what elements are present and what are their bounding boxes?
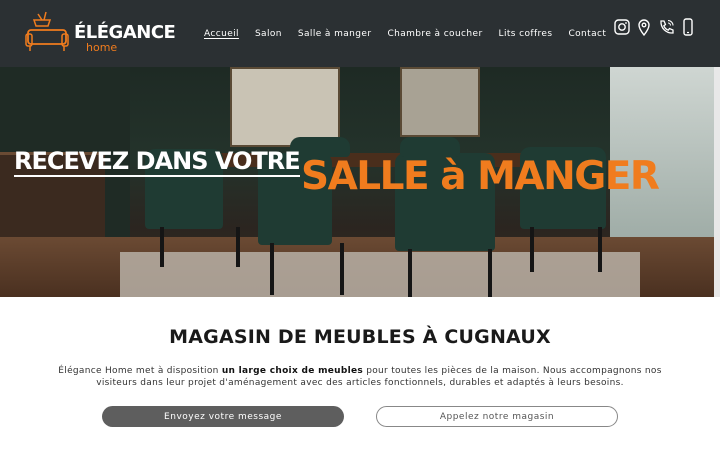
header-icons [614, 18, 696, 36]
chair-leg [236, 227, 240, 267]
chair-leg [270, 243, 274, 295]
hero-painting-2 [400, 67, 480, 137]
nav-item-salle-a-manger[interactable]: Salle à manger [298, 29, 372, 39]
intro-text-start: Élégance Home met à disposition [58, 366, 222, 376]
site-header: ÉLÉGANCE home Accueil Salon Salle à mang… [0, 0, 720, 67]
mobile-phone-icon[interactable] [680, 18, 696, 36]
main-nav: Accueil Salon Salle à manger Chambre à c… [204, 29, 622, 39]
hero-rug [120, 252, 640, 297]
nav-item-salon[interactable]: Salon [255, 29, 282, 39]
nav-item-chambre-a-coucher[interactable]: Chambre à coucher [387, 29, 482, 39]
page-title: MAGASIN DE MEUBLES À CUGNAUX [169, 326, 551, 348]
map-pin-icon[interactable] [636, 18, 652, 36]
send-message-button[interactable]: Envoyez votre message [102, 406, 344, 427]
logo[interactable]: ÉLÉGANCE home [24, 8, 176, 56]
hero-heading-line1: RECEVEZ DANS VOTRE [14, 147, 301, 177]
chair-leg [530, 227, 534, 272]
nav-item-accueil[interactable]: Accueil [204, 29, 239, 39]
chair-leg [160, 227, 164, 267]
hero-banner: RECEVEZ DANS VOTRE SALLE à MANGER [0, 67, 714, 297]
chair-leg [488, 249, 492, 297]
instagram-icon[interactable] [614, 18, 630, 36]
chair-leg [408, 249, 412, 297]
nav-item-contact[interactable]: Contact [568, 29, 606, 39]
intro-paragraph: Élégance Home met à disposition un large… [44, 365, 676, 389]
chair-leg [598, 227, 602, 272]
furniture-logo-icon [25, 11, 69, 51]
hero-painting [230, 67, 340, 147]
chair-leg [340, 243, 344, 295]
intro-text-bold: un large choix de meubles [221, 366, 364, 376]
page-edge [714, 67, 720, 297]
call-store-button[interactable]: Appelez notre magasin [376, 406, 618, 427]
nav-item-lits-coffres[interactable]: Lits coffres [499, 29, 553, 39]
logo-sub: home [86, 41, 118, 54]
phone-icon[interactable] [658, 18, 674, 36]
hero-heading-line2: SALLE à MANGER [301, 154, 660, 199]
logo-brand: ÉLÉGANCE [74, 22, 176, 43]
